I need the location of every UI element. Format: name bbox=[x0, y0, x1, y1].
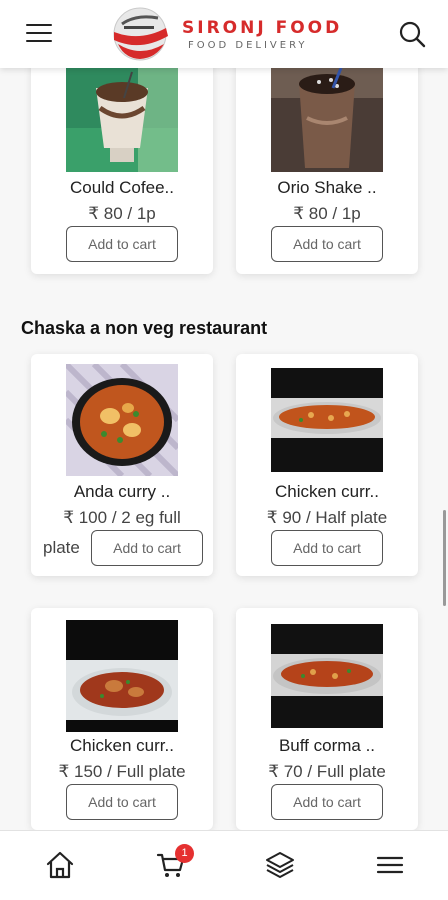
menu-list[interactable]: Could Cofee.. ₹ 80 / 1p Add to cart Orio… bbox=[0, 68, 448, 830]
bottom-navigation: 1 bbox=[0, 830, 448, 900]
product-card: Chicken curr.. ₹ 150 / Full plate Add to… bbox=[31, 608, 213, 830]
product-card: Buff corma .. ₹ 70 / Full plate Add to c… bbox=[236, 608, 418, 830]
home-icon[interactable] bbox=[44, 849, 76, 881]
product-name: Chicken curr.. bbox=[275, 482, 379, 501]
brand-logo: SIRONJ FOOD FOOD DELIVERY bbox=[106, 6, 350, 62]
menu-icon[interactable] bbox=[374, 849, 406, 881]
product-price: ₹ 80 / 1p bbox=[293, 204, 361, 223]
product-name: Anda curry .. bbox=[73, 482, 171, 501]
add-to-cart-button[interactable]: Add to cart bbox=[66, 226, 178, 262]
product-card: Chicken curr.. ₹ 90 / Half plate Add to … bbox=[236, 354, 418, 576]
product-price-continued: plate bbox=[43, 538, 80, 557]
restaurant-section-title: Chaska a non veg restaurant bbox=[21, 318, 268, 338]
product-card: Orio Shake .. ₹ 80 / 1p Add to cart bbox=[236, 68, 418, 274]
product-price: ₹ 70 / Full plate bbox=[268, 762, 386, 781]
product-image[interactable] bbox=[271, 624, 383, 728]
product-name: Orio Shake .. bbox=[277, 178, 377, 197]
logo-title: SIRONJ FOOD bbox=[182, 18, 343, 38]
product-name: Could Cofee.. bbox=[70, 178, 174, 197]
search-icon[interactable] bbox=[398, 20, 426, 48]
top-app-bar: SIRONJ FOOD FOOD DELIVERY bbox=[0, 0, 448, 68]
add-to-cart-button[interactable]: Add to cart bbox=[271, 530, 383, 566]
product-price: ₹ 150 / Full plate bbox=[58, 762, 186, 781]
product-name: Chicken curr.. bbox=[70, 736, 174, 755]
add-to-cart-button[interactable]: Add to cart bbox=[66, 784, 178, 820]
cart-count-badge: 1 bbox=[175, 844, 194, 863]
product-card: Could Cofee.. ₹ 80 / 1p Add to cart bbox=[31, 68, 213, 274]
product-image[interactable] bbox=[271, 368, 383, 472]
add-to-cart-button[interactable]: Add to cart bbox=[91, 530, 203, 566]
product-image[interactable] bbox=[271, 68, 383, 180]
product-price: ₹ 90 / Half plate bbox=[266, 508, 388, 527]
scrollbar-thumb[interactable] bbox=[443, 510, 446, 606]
product-image[interactable] bbox=[66, 68, 178, 180]
product-card: Anda curry .. ₹ 100 / 2 eg full plate Ad… bbox=[31, 354, 213, 576]
add-to-cart-button[interactable]: Add to cart bbox=[271, 226, 383, 262]
layers-icon[interactable] bbox=[264, 849, 296, 881]
product-image[interactable] bbox=[66, 364, 178, 476]
product-price: ₹ 100 / 2 eg full bbox=[63, 508, 181, 527]
product-name: Buff corma .. bbox=[278, 736, 376, 755]
product-image[interactable] bbox=[66, 620, 178, 732]
hamburger-icon[interactable] bbox=[26, 24, 52, 44]
product-price: ₹ 80 / 1p bbox=[88, 204, 156, 223]
app-screen: SIRONJ FOOD FOOD DELIVERY Could Cofee.. … bbox=[0, 0, 448, 900]
add-to-cart-button[interactable]: Add to cart bbox=[271, 784, 383, 820]
logo-emblem-icon bbox=[113, 7, 168, 61]
logo-subtitle: FOOD DELIVERY bbox=[188, 40, 308, 51]
